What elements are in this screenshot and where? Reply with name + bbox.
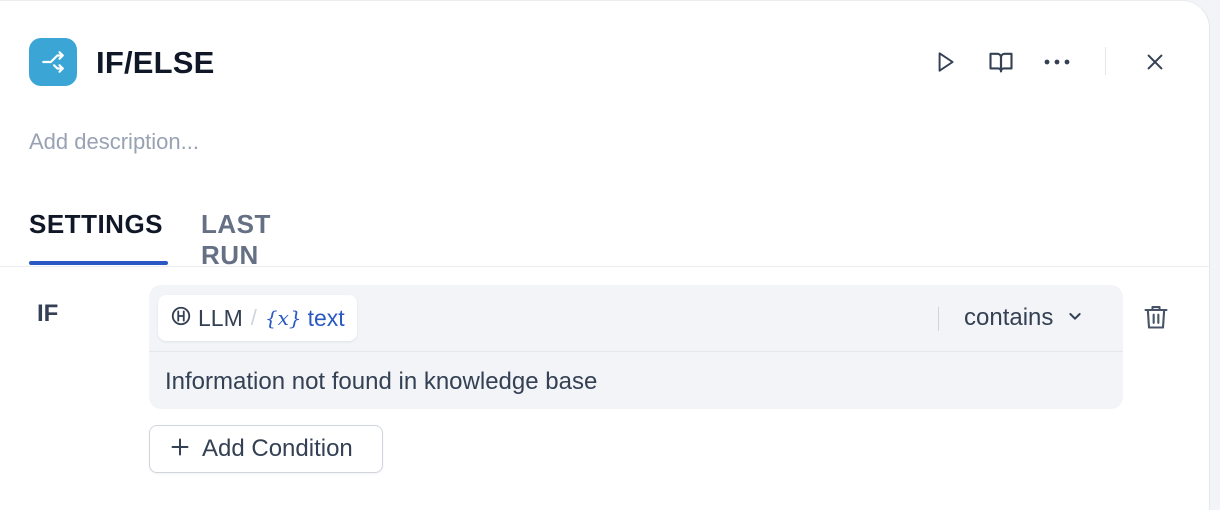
add-condition-button[interactable]: Add Condition (149, 425, 383, 473)
node-settings-panel: IF/ELSE Add description... SETTINGS LAST… (0, 0, 1210, 510)
chevron-down-icon (1067, 308, 1083, 329)
add-condition-label: Add Condition (202, 435, 353, 462)
delete-condition-icon[interactable] (1138, 299, 1174, 335)
more-icon[interactable] (1041, 46, 1073, 78)
run-icon[interactable] (929, 46, 961, 78)
operator-label: contains (964, 304, 1054, 331)
description-input[interactable]: Add description... (29, 129, 199, 155)
tab-settings[interactable]: SETTINGS (29, 209, 163, 240)
condition-value-input[interactable]: Information not found in knowledge base (165, 368, 597, 396)
variable-node-name: LLM (198, 304, 243, 331)
tab-last-run[interactable]: LAST RUN (201, 209, 271, 271)
operator-divider (938, 307, 939, 331)
node-title[interactable]: IF/ELSE (96, 45, 215, 81)
variable-selector[interactable]: LLM / {x} text (158, 295, 357, 341)
tabs-divider (0, 266, 1210, 267)
panel-header: IF/ELSE (29, 37, 1209, 87)
plus-icon (170, 437, 190, 462)
condition-card: LLM / {x} text contains Information not … (149, 285, 1123, 409)
llm-node-icon (170, 305, 192, 332)
variable-name: text (307, 304, 345, 331)
condition-separator (149, 351, 1123, 352)
operator-select[interactable]: contains (964, 304, 1083, 332)
docs-icon[interactable] (985, 46, 1017, 78)
header-divider (1105, 47, 1106, 75)
variable-separator: / (250, 305, 257, 330)
variable-icon: {x} (264, 306, 302, 330)
branch-icon (29, 38, 77, 86)
active-tab-indicator (29, 261, 168, 265)
if-label: IF (37, 300, 59, 327)
close-icon[interactable] (1139, 46, 1171, 78)
